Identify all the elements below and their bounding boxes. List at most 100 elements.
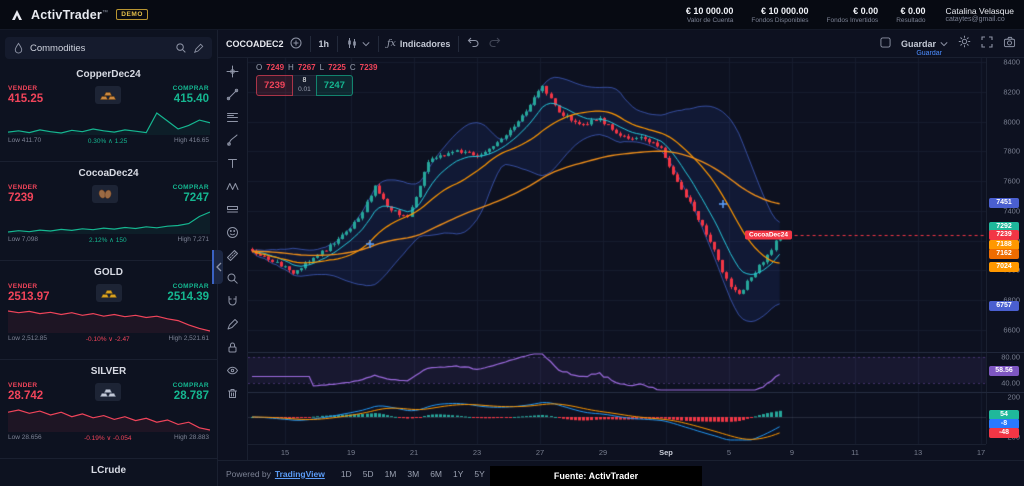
trend-line-icon[interactable] [223, 86, 243, 102]
change-value: -0.10% ∨ -2.47 [86, 335, 130, 343]
gold-bars-icon [96, 284, 122, 302]
low-value: Low 7,098 [8, 236, 38, 244]
sell-button[interactable]: VENDER 28.742 [8, 382, 43, 402]
sell-price-button[interactable]: 7239 [256, 75, 293, 96]
low-value: Low 2,512.85 [8, 335, 47, 343]
crosshair-icon[interactable] [223, 63, 243, 79]
instrument-card-cocoa[interactable]: CocoaDec24 VENDER 7239 COMPRAR 7247 [0, 162, 217, 261]
chart-type-selector[interactable] [346, 37, 370, 51]
edit-icon[interactable] [193, 43, 204, 54]
instrument-card-copper[interactable]: CopperDec24 VENDER 415.25 COMPRAR 415.40 [0, 63, 217, 162]
emoji-icon[interactable] [223, 224, 243, 240]
result-metric: € 0.00 Resultado [896, 6, 925, 24]
price-axis[interactable]: 8400820080007800760074007200700068006600… [986, 58, 1024, 444]
range-button-1m[interactable]: 1M [385, 469, 397, 479]
add-symbol-icon[interactable] [290, 37, 302, 51]
sell-button[interactable]: VENDER 7239 [8, 184, 38, 204]
draw-icon[interactable] [223, 316, 243, 332]
price-axis-label: 8400 [1003, 58, 1020, 67]
watchlist-group-selector[interactable]: Commodities [5, 37, 212, 59]
range-button-6m[interactable]: 6M [430, 469, 442, 479]
range-button-1d[interactable]: 1D [341, 469, 352, 479]
undo-icon[interactable] [467, 35, 480, 53]
buy-price: 28.787 [174, 390, 209, 402]
price-chart-canvas[interactable] [248, 58, 986, 444]
chart-toolbar: COCOADEC2 1h ƒx Indicadores [218, 30, 1024, 58]
save-layout-checkbox-icon[interactable] [880, 35, 891, 53]
change-value: 0.30% ∧ 1.25 [88, 137, 127, 145]
buy-button[interactable]: COMPRAR 28.787 [173, 382, 209, 402]
buy-price: 7247 [183, 192, 209, 204]
sell-button[interactable]: VENDER 2513.97 [8, 283, 50, 303]
settings-gear-icon[interactable] [958, 35, 971, 53]
xabcd-pattern-icon[interactable] [223, 178, 243, 194]
buy-button[interactable]: COMPRAR 7247 [173, 184, 209, 204]
buy-label: COMPRAR [173, 382, 209, 389]
price-tag: 7162 [989, 249, 1019, 259]
range-button-5d[interactable]: 5D [363, 469, 374, 479]
ohlc-legend: O7249 H7267 L7225 C7239 [256, 63, 377, 72]
time-axis[interactable]: 151921232729Sep59111317 [248, 444, 986, 460]
zoom-icon[interactable] [223, 270, 243, 286]
text-icon[interactable] [223, 155, 243, 171]
watchlist: CopperDec24 VENDER 415.25 COMPRAR 415.40 [0, 63, 217, 486]
symbol-tab[interactable]: COCOADEC2 [226, 37, 302, 51]
demo-badge: DEMO [116, 9, 148, 20]
magnet-icon[interactable] [223, 293, 243, 309]
price-tag: 7024 [989, 262, 1019, 272]
price-tag: 7451 [989, 198, 1019, 208]
time-axis-label: 15 [281, 448, 289, 457]
pane-separator[interactable] [248, 392, 1024, 393]
user-menu[interactable]: Catalina Velasque cataytes@gmail.co [945, 6, 1014, 23]
sparkline-chart [8, 210, 210, 234]
instrument-card-gold[interactable]: GOLD VENDER 2513.97 COMPRAR 2514.39 [0, 261, 217, 360]
buy-button[interactable]: COMPRAR 415.40 [173, 85, 209, 105]
instrument-name: LCrude [8, 459, 209, 476]
high-value: High 2,521.61 [169, 335, 209, 343]
instrument-name: SILVER [8, 360, 209, 377]
sell-button[interactable]: VENDER 415.25 [8, 85, 43, 105]
range-button-5y[interactable]: 5Y [474, 469, 484, 479]
buy-label: COMPRAR [173, 85, 209, 92]
instrument-name: CocoaDec24 [8, 162, 209, 179]
time-axis-label: 23 [473, 448, 481, 457]
save-label: Guardar [901, 39, 936, 49]
saved-layout-name[interactable]: Guardar [916, 50, 942, 57]
lock-icon[interactable] [223, 339, 243, 355]
cocoa-beans-icon [92, 185, 118, 203]
save-button[interactable]: Guardar [901, 39, 948, 49]
chart-plot-area: O7249 H7267 L7225 C7239 7239 8 0.01 7247… [248, 58, 1024, 460]
sparkline-chart [8, 309, 210, 333]
silver-bars-icon [95, 383, 121, 401]
long-position-icon[interactable] [223, 201, 243, 217]
tradingview-link[interactable]: TradingView [275, 469, 325, 479]
buy-price-button[interactable]: 7247 [316, 75, 353, 96]
camera-icon[interactable] [1003, 35, 1016, 53]
fib-retracement-icon[interactable] [223, 109, 243, 125]
range-button-3m[interactable]: 3M [407, 469, 419, 479]
brush-icon[interactable] [223, 132, 243, 148]
sidebar-collapse-handle[interactable] [212, 250, 223, 284]
sell-price: 2513.97 [8, 291, 50, 303]
range-button-1y[interactable]: 1Y [453, 469, 463, 479]
activtrader-logo-icon[interactable] [10, 8, 24, 22]
symbol-name: COCOADEC2 [226, 39, 284, 49]
indicators-button[interactable]: ƒx Indicadores [387, 38, 450, 49]
measure-icon[interactable] [223, 247, 243, 263]
change-value: 2.12% ∧ 150 [89, 236, 127, 244]
trash-icon[interactable] [223, 385, 243, 401]
search-icon[interactable] [175, 42, 187, 54]
sell-label: VENDER [8, 85, 43, 92]
fullscreen-icon[interactable] [981, 35, 993, 53]
fx-icon: ƒx [387, 38, 396, 49]
redo-icon[interactable] [488, 35, 501, 53]
buy-button[interactable]: COMPRAR 2514.39 [167, 283, 209, 303]
pane-separator[interactable] [248, 352, 1024, 353]
low-value: Low 411.70 [8, 137, 41, 145]
sell-label: VENDER [8, 382, 43, 389]
eye-icon[interactable] [223, 362, 243, 378]
interval-selector[interactable]: 1h [319, 39, 330, 49]
instrument-card-lcrude[interactable]: LCrude [0, 459, 217, 486]
instrument-card-silver[interactable]: SILVER VENDER 28.742 COMPRAR 28.787 [0, 360, 217, 459]
indicator-scale-label: 80.00 [1001, 353, 1020, 362]
